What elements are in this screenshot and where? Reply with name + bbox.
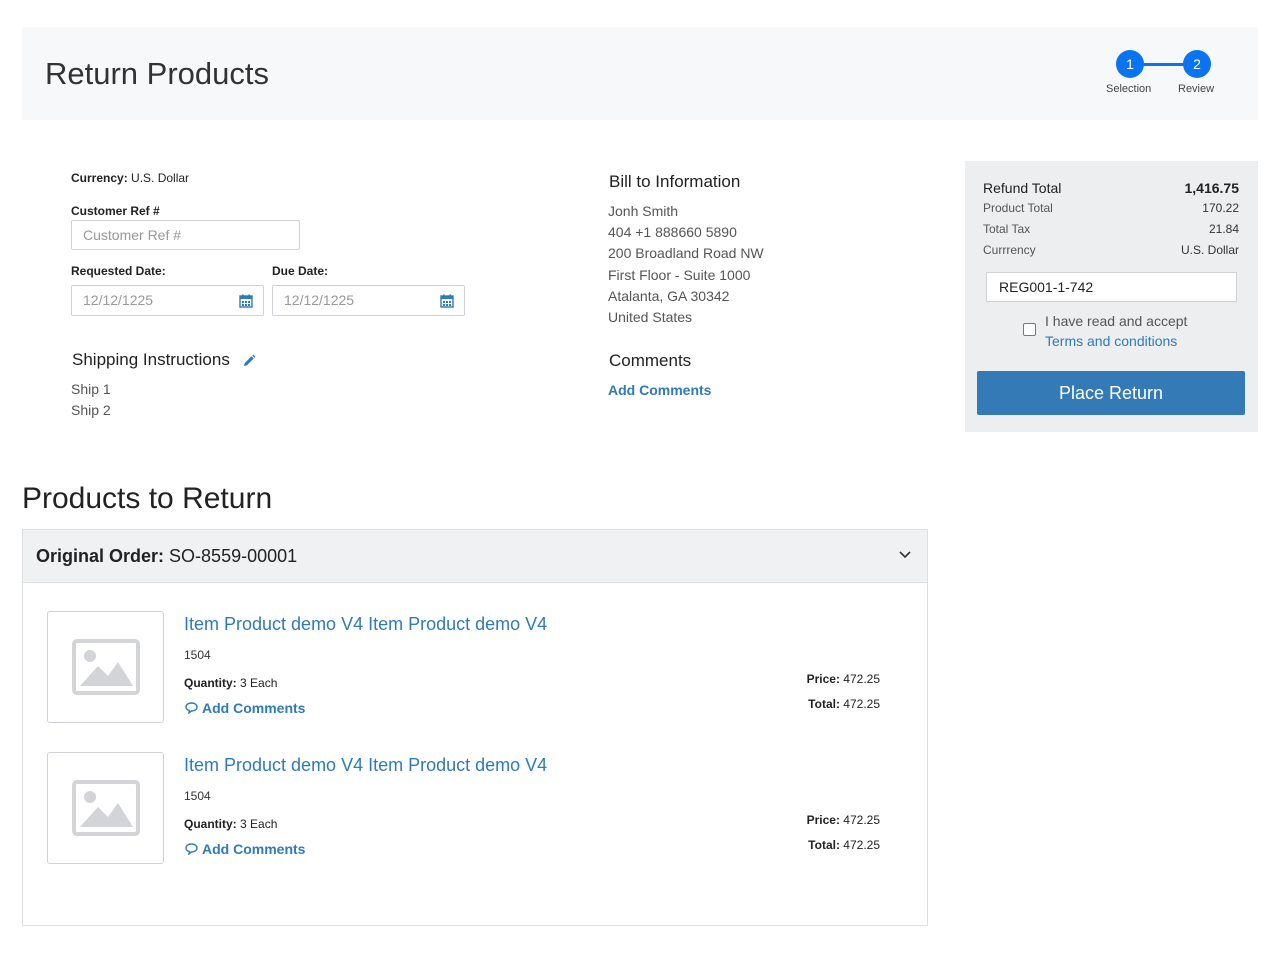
total-tax-row: Total Tax 21.84 [983,222,1239,236]
product-name-link[interactable]: Item Product demo V4 Item Product demo V… [184,755,547,776]
shipping-instructions-heading: Shipping Instructions [72,350,230,369]
product-total-label: Product Total [983,201,1053,215]
currency-line: Currency: U.S. Dollar [71,171,189,185]
image-placeholder-icon [72,780,140,836]
due-date-label: Due Date: [272,264,329,278]
step-2-circle[interactable]: 2 [1183,50,1211,78]
currency-label: Currency: [71,171,128,185]
price-value: 472.25 [843,813,880,827]
step-1-label: Selection [1106,83,1152,95]
total-tax-label: Total Tax [983,222,1031,236]
image-placeholder-icon [72,639,140,695]
comments-icon [185,843,198,855]
page-title: Return Products [45,56,269,91]
checkout-stepper: 1 2 Selection Review [1104,50,1234,100]
original-order-panel: Original Order: SO-8559-00001 Item Produ… [22,529,928,926]
shipping-line-1: Ship 1 [71,381,111,397]
item-add-comments-label: Add Comments [202,700,306,716]
requested-date-label: Requested Date: [71,264,166,278]
quantity-label: Quantity: [184,676,237,690]
add-comments-link[interactable]: Add Comments [608,382,711,398]
place-return-button[interactable]: Place Return [977,371,1245,415]
price-label: Price: [806,813,840,827]
product-thumbnail[interactable] [47,611,164,723]
page-header: Return Products 1 2 Selection Review [22,27,1258,120]
product-price: Price: 472.25 [807,813,880,827]
product-price: Price: 472.25 [807,672,880,686]
comments-heading: Comments [609,351,692,370]
bill-to-heading: Bill to Information [609,172,741,191]
terms-checkbox[interactable] [1023,323,1036,336]
quantity-value: 3 Each [240,676,278,690]
chevron-down-icon[interactable] [899,551,911,559]
refund-total-value: 1,416.75 [1184,180,1240,196]
terms-acceptance: I have read and accept Terms and conditi… [1045,311,1187,351]
requested-date-value: 12/12/1225 [83,292,154,308]
products-heading: Products to Return [22,482,273,515]
bill-to-line: Atalanta, GA 30342 [608,288,730,304]
price-label: Price: [806,672,840,686]
product-total: Total: 472.25 [808,697,880,711]
calendar-icon[interactable] [239,294,253,308]
order-number: SO-8559-00001 [169,546,298,566]
quantity-label: Quantity: [184,817,237,831]
total-value: 472.25 [843,697,880,711]
price-value: 472.25 [843,672,880,686]
product-total-row: Product Total 170.22 [983,201,1239,215]
terms-link[interactable]: Terms and conditions [1045,331,1187,351]
product-sku: 1504 [184,648,211,662]
bill-to-line: 200 Broadland Road NW [608,245,764,261]
accept-text: I have read and accept [1045,313,1188,329]
pencil-icon[interactable] [242,354,256,368]
list-item: Item Product demo V4 Item Product demo V… [23,611,927,723]
quantity-value: 3 Each [240,817,278,831]
total-value: 472.25 [843,838,880,852]
refund-total-label: Refund Total [983,180,1062,196]
comments-icon [185,702,198,714]
product-quantity: Quantity: 3 Each [184,676,277,690]
product-total: Total: 472.25 [808,838,880,852]
currency-value: U.S. Dollar [131,171,190,185]
item-add-comments-label: Add Comments [202,841,306,857]
requested-date-input[interactable]: 12/12/1225 [71,285,264,316]
product-name-link[interactable]: Item Product demo V4 Item Product demo V… [184,614,547,635]
calendar-icon[interactable] [440,294,454,308]
refund-summary-panel: Refund Total 1,416.75 Product Total 170.… [965,161,1258,432]
original-order-header[interactable]: Original Order: SO-8559-00001 [23,530,927,583]
order-label-text: Original Order: [36,546,165,566]
item-add-comments-link[interactable]: Add Comments [185,700,305,716]
customer-ref-label: Customer Ref # [71,204,160,218]
due-date-input[interactable]: 12/12/1225 [272,285,465,316]
total-tax-value: 21.84 [1208,222,1239,236]
total-label: Total: [808,697,840,711]
customer-ref-input[interactable]: Customer Ref # [71,220,300,250]
due-date-value: 12/12/1225 [284,292,355,308]
total-label: Total: [808,838,840,852]
bill-to-line: United States [608,309,693,325]
summary-currency-value: U.S. Dollar [1180,243,1239,257]
bill-to-line: Jonh Smith [608,203,679,219]
product-sku: 1504 [184,789,211,803]
bill-to-line: 404 +1 888660 5890 [608,224,737,240]
original-order-label: Original Order: SO-8559-00001 [36,546,297,567]
product-total-value: 170.22 [1202,201,1239,215]
step-1-circle[interactable]: 1 [1116,50,1144,78]
summary-currency-label: Currrency [983,243,1036,257]
currency-row: Currrency U.S. Dollar [983,243,1239,257]
product-quantity: Quantity: 3 Each [184,817,277,831]
refund-total-row: Refund Total 1,416.75 [983,180,1239,196]
reg-number-input[interactable]: REG001-1-742 [986,272,1237,302]
item-add-comments-link[interactable]: Add Comments [185,841,305,857]
product-thumbnail[interactable] [47,752,164,864]
bill-to-line: First Floor - Suite 1000 [608,267,751,283]
list-item: Item Product demo V4 Item Product demo V… [23,752,927,864]
shipping-line-2: Ship 2 [71,402,111,418]
step-2-label: Review [1178,83,1215,95]
